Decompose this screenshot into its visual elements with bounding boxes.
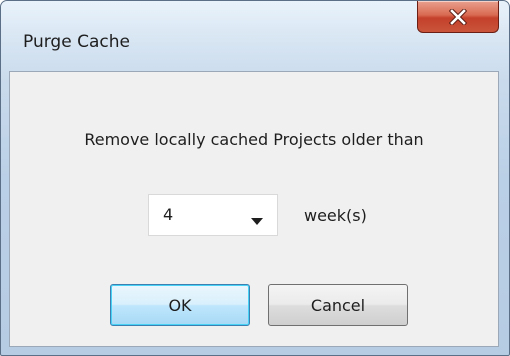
- ok-button[interactable]: OK: [110, 284, 250, 326]
- age-select-value: 4: [163, 205, 174, 224]
- purge-cache-dialog: Purge Cache Remove locally cached Projec…: [0, 0, 510, 356]
- window-title: Purge Cache: [23, 32, 130, 52]
- cancel-button[interactable]: Cancel: [268, 284, 408, 326]
- close-icon: [449, 8, 467, 25]
- age-select[interactable]: 4: [148, 194, 278, 236]
- purge-message: Remove locally cached Projects older tha…: [84, 130, 424, 149]
- dialog-body: Remove locally cached Projects older tha…: [9, 71, 499, 347]
- unit-label: week(s): [304, 206, 367, 225]
- close-button[interactable]: [417, 1, 499, 33]
- chevron-down-icon[interactable]: [251, 211, 263, 230]
